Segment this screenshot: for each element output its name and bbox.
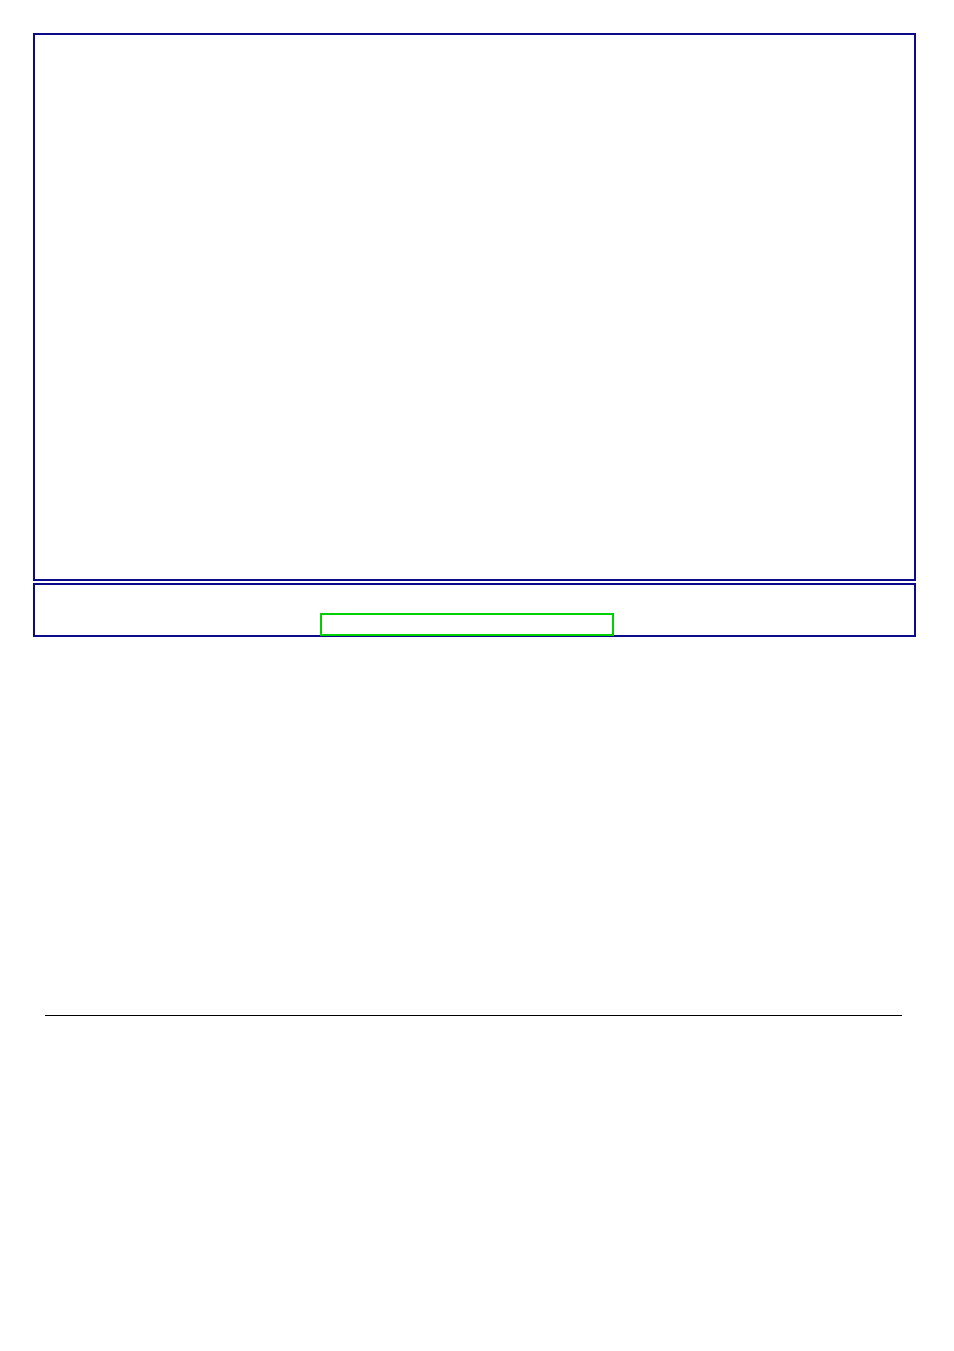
middle-outlined-box xyxy=(33,583,916,637)
horizontal-divider xyxy=(45,1015,902,1016)
top-outlined-box xyxy=(33,33,916,581)
inner-green-box xyxy=(320,613,614,636)
